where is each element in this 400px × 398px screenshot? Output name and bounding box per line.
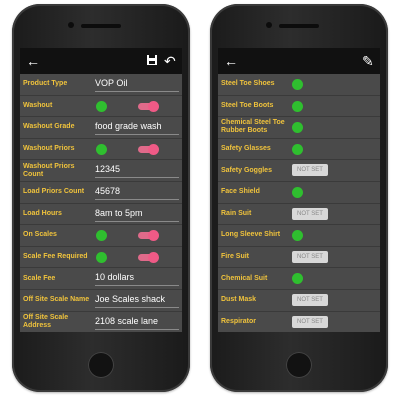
ppe-label: Fire Suit: [221, 253, 250, 261]
ppe-label: Safety Glasses: [221, 145, 271, 153]
toggle-switch[interactable]: [138, 230, 159, 242]
ppe-status-dot[interactable]: [292, 143, 303, 155]
field-label: On Scales: [23, 231, 57, 239]
field-label: Scale Fee Required: [23, 253, 88, 261]
field-value[interactable]: 2108 scale lane: [95, 314, 179, 330]
undo-icon[interactable]: ↶: [164, 52, 176, 70]
field-label: Off Site Scale Name: [23, 296, 90, 304]
form-row: Load Priors Count 45678: [20, 182, 182, 204]
form-row: Product Type VOP Oil: [20, 74, 182, 96]
left-toolbar: ← ↶: [20, 48, 182, 74]
ppe-row: Rain Suit NOT SET: [218, 204, 380, 226]
toggle-switch[interactable]: [138, 251, 159, 263]
form-row: Washout Priors: [20, 139, 182, 161]
ppe-label: Steel Toe Shoes: [221, 80, 275, 88]
ppe-label: Steel Toe Boots: [221, 101, 274, 109]
field-value[interactable]: Joe Scales shack: [95, 292, 179, 308]
field-label: Product Type: [23, 80, 68, 88]
ppe-row: Dust Mask NOT SET: [218, 290, 380, 312]
ppe-row: Long Sleeve Shirt: [218, 225, 380, 247]
status-dot: [96, 143, 107, 155]
toggle-switch[interactable]: [138, 143, 159, 155]
save-icon[interactable]: [146, 52, 158, 70]
field-value[interactable]: 10 dollars: [95, 270, 179, 287]
field-label: Washout: [23, 101, 53, 109]
ppe-row: Steel Toe Boots: [218, 96, 380, 118]
ppe-status-dot[interactable]: [292, 273, 303, 285]
ppe-row: Fire Suit NOT SET: [218, 247, 380, 269]
ppe-status-dot[interactable]: [292, 100, 303, 112]
ppe-row: Chemical Steel Toe Rubber Boots: [218, 117, 380, 139]
ppe-status-dot[interactable]: [292, 122, 303, 134]
not-set-button[interactable]: NOT SET: [292, 164, 328, 177]
ppe-label: Long Sleeve Shirt: [221, 231, 281, 239]
ppe-row: Chemical Suit: [218, 268, 380, 290]
form-row: Washout Grade food grade wash: [20, 117, 182, 139]
earpiece-speaker: [81, 24, 121, 28]
form-row: Washout Priors Count 12345: [20, 160, 182, 182]
ppe-label: Chemical Steel Toe Rubber Boots: [221, 119, 285, 135]
ppe-label: Respirator: [221, 317, 257, 325]
home-button[interactable]: [88, 352, 114, 378]
ppe-label: Face Shield: [221, 188, 260, 196]
ppe-label: Rain Suit: [221, 209, 252, 217]
field-value[interactable]: 12345: [95, 162, 179, 179]
field-label: Scale Fee: [23, 274, 56, 282]
back-arrow-icon[interactable]: ←: [224, 52, 238, 70]
status-dot: [96, 230, 107, 242]
right-phone: ← ✎ Steel Toe Shoes Steel Toe Boots Chemic…: [210, 4, 388, 392]
pencil-edit-icon[interactable]: ✎: [362, 52, 374, 70]
toggle-switch[interactable]: [138, 100, 159, 112]
not-set-button[interactable]: NOT SET: [292, 207, 328, 220]
field-value[interactable]: VOP Oil: [95, 76, 179, 92]
field-value[interactable]: 8am to 5pm: [95, 206, 179, 222]
not-set-button[interactable]: NOT SET: [292, 250, 328, 263]
right-screen: ← ✎ Steel Toe Shoes Steel Toe Boots Chemic…: [218, 48, 380, 332]
ppe-label: Safety Goggles: [221, 166, 272, 174]
ppe-row: Safety Glasses: [218, 139, 380, 161]
front-camera: [266, 22, 272, 28]
ppe-row: Safety Goggles NOT SET: [218, 160, 380, 182]
form-row: Scale Fee Required: [20, 247, 182, 269]
field-label: Washout Priors: [23, 145, 75, 153]
field-value[interactable]: 45678: [95, 184, 179, 200]
ppe-label: Chemical Suit: [221, 274, 268, 282]
field-label: Washout Grade: [23, 123, 75, 131]
field-label: Washout Priors Count: [23, 162, 75, 178]
left-phone: ← ↶ Product Type VOP Oil Washout Washout Gr…: [12, 4, 190, 392]
field-value[interactable]: food grade wash: [95, 119, 179, 136]
form-row: On Scales: [20, 225, 182, 247]
status-dot: [96, 100, 107, 112]
field-label: Load Priors Count: [23, 188, 85, 196]
ppe-status-dot[interactable]: [292, 79, 303, 90]
front-camera: [68, 22, 74, 28]
right-ppe-list: Steel Toe Shoes Steel Toe Boots Chemical S…: [218, 74, 380, 332]
ppe-row: Respirator NOT SET: [218, 312, 380, 332]
earpiece-speaker: [279, 24, 319, 28]
ppe-status-dot[interactable]: [292, 186, 303, 198]
not-set-button[interactable]: NOT SET: [292, 293, 328, 306]
left-form: Product Type VOP Oil Washout Washout Grade f…: [20, 74, 182, 332]
field-label: Load Hours: [23, 209, 62, 217]
back-arrow-icon[interactable]: ←: [26, 52, 40, 70]
ppe-status-dot[interactable]: [292, 230, 303, 242]
left-screen: ← ↶ Product Type VOP Oil Washout Washout Gr…: [20, 48, 182, 332]
ppe-label: Dust Mask: [221, 296, 257, 304]
ppe-row: Face Shield: [218, 182, 380, 204]
not-set-button[interactable]: NOT SET: [292, 315, 328, 328]
field-label: Off Site Scale Address: [23, 313, 69, 329]
form-row: Load Hours 8am to 5pm: [20, 204, 182, 226]
form-row: Off Site Scale Address 2108 scale lane: [20, 312, 182, 332]
home-button[interactable]: [286, 352, 312, 378]
form-row: Off Site Scale Name Joe Scales shack: [20, 290, 182, 312]
right-toolbar: ← ✎: [218, 48, 380, 74]
form-row: Scale Fee 10 dollars: [20, 268, 182, 290]
ppe-row: Steel Toe Shoes: [218, 74, 380, 96]
status-dot: [96, 251, 107, 263]
form-row: Washout: [20, 96, 182, 118]
